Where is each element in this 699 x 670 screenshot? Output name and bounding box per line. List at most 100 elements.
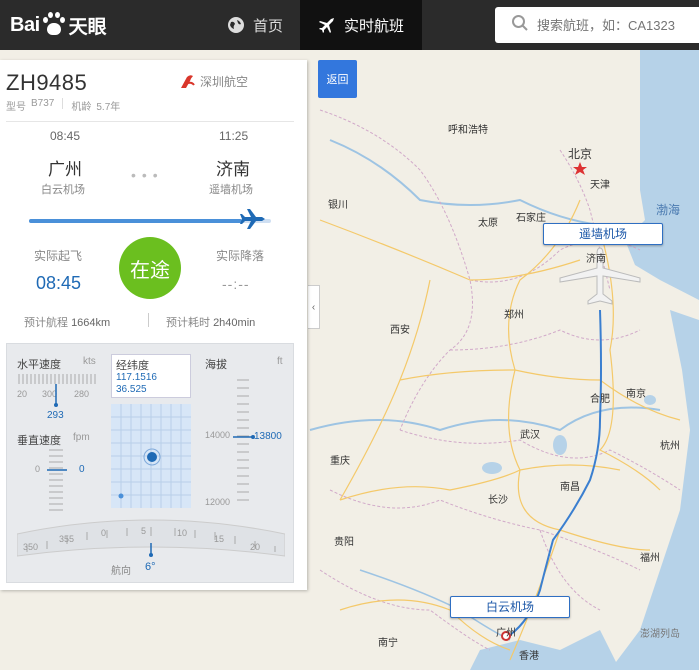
estimated-duration: 预计耗时 2h40min bbox=[166, 314, 255, 330]
status-badge: 在途 bbox=[119, 237, 181, 299]
position-radar bbox=[111, 404, 191, 508]
divider bbox=[148, 313, 149, 327]
back-button[interactable]: 返回 bbox=[318, 60, 357, 98]
flight-info-panel: ZH9485 深圳航空 型号 B737 机龄 5.7年 08:45 11:25 … bbox=[0, 60, 307, 590]
vspeed-label: 垂直速度 bbox=[17, 435, 61, 447]
city-label: 济南 bbox=[586, 254, 606, 265]
departure-airport: 白云机场 bbox=[41, 184, 85, 196]
city-label: 北京 bbox=[568, 147, 593, 161]
altitude-scale bbox=[237, 379, 249, 501]
vspeed-scale bbox=[47, 449, 67, 511]
heading-tick: 10 bbox=[177, 528, 188, 538]
heading-tick: 355 bbox=[59, 534, 75, 544]
airline-name: 深圳航空 bbox=[200, 75, 249, 89]
heading-value: 6° bbox=[145, 561, 156, 573]
baidu-tianyan-logo[interactable]: Bai 天眼 bbox=[10, 10, 107, 40]
city-label: 重庆 bbox=[330, 456, 350, 467]
flight-number: ZH9485 bbox=[6, 70, 88, 95]
city-label: 福州 bbox=[640, 553, 660, 564]
city-label: 合肥 bbox=[590, 394, 610, 405]
city-label: 银川 bbox=[328, 200, 348, 211]
instrument-panel: 水平速度 kts 20 300 280 293 垂直速度 fpm 0 0 经纬度… bbox=[6, 343, 294, 583]
coord-label: 经纬度 bbox=[116, 360, 149, 372]
nav-home-label: 首页 bbox=[252, 17, 283, 35]
altitude-tick: 14000 bbox=[205, 430, 231, 440]
city-label: 广州 bbox=[496, 628, 516, 639]
departure-airport-tag[interactable]: 白云机场 bbox=[450, 596, 570, 618]
actual-departure-time: 08:45 bbox=[36, 273, 82, 293]
aircraft-model: B737 bbox=[31, 98, 55, 109]
city-label: 南京 bbox=[626, 389, 646, 400]
latitude: 36.525 bbox=[116, 384, 147, 395]
city-label: 西安 bbox=[390, 325, 410, 336]
city-label: 杭州 bbox=[660, 441, 680, 452]
nav-realtime-label: 实时航班 bbox=[343, 17, 404, 35]
chevron-left-icon: ‹ bbox=[311, 301, 316, 313]
city-label: 南昌 bbox=[560, 482, 580, 493]
altitude-unit: ft bbox=[277, 356, 283, 367]
aircraft-age: 5.7年 bbox=[96, 102, 121, 113]
age-label: 机龄 bbox=[71, 102, 92, 113]
actual-arrival-time: --:-- bbox=[222, 276, 250, 292]
heading-tick: 20 bbox=[250, 542, 261, 552]
distance-value: 1664km bbox=[71, 317, 111, 329]
arrival-airport-tag-label: 遥墙机场 bbox=[578, 227, 627, 241]
search-icon bbox=[511, 14, 529, 37]
top-bar: Bai 天眼 首页 实时航班 bbox=[0, 0, 699, 50]
heading-tick: 0 bbox=[101, 528, 107, 538]
arrival-time: 11:25 bbox=[219, 129, 249, 143]
flight-progress-bar bbox=[29, 219, 271, 223]
vspeed-tick: 0 bbox=[35, 464, 41, 474]
arrival-city: 济南 bbox=[216, 160, 250, 179]
island-label: 澎湖列岛 bbox=[640, 629, 680, 640]
divider bbox=[6, 121, 294, 122]
paw-icon bbox=[41, 12, 67, 38]
heading-tick: 5 bbox=[141, 526, 147, 536]
heading-tick: 15 bbox=[214, 534, 225, 544]
logo-text: Bai bbox=[10, 13, 40, 36]
altitude-tick: 12000 bbox=[205, 497, 231, 507]
city-label: 长沙 bbox=[488, 495, 508, 506]
globe-icon bbox=[227, 16, 245, 34]
flight-search-box[interactable] bbox=[495, 7, 699, 43]
flight-search-input[interactable] bbox=[537, 17, 697, 33]
longitude: 117.1516 bbox=[116, 372, 157, 383]
altitude-value: 13800 bbox=[254, 431, 282, 442]
airline[interactable]: 深圳航空 bbox=[178, 73, 248, 90]
route-dots: ••• bbox=[131, 167, 164, 183]
city-label: 石家庄 bbox=[516, 213, 546, 224]
logo-text-cn: 天眼 bbox=[68, 16, 107, 38]
hspeed-value: 293 bbox=[47, 410, 64, 421]
heading-label: 航向 bbox=[111, 566, 131, 577]
nav-home[interactable]: 首页 bbox=[210, 0, 300, 50]
coordinates-box: 经纬度 117.1516 36.525 bbox=[111, 354, 191, 398]
hspeed-label: 水平速度 bbox=[17, 359, 61, 371]
actual-arrival-label: 实际降落 bbox=[216, 249, 265, 263]
duration-value: 2h40min bbox=[213, 317, 256, 329]
hspeed-needle bbox=[54, 384, 58, 407]
hspeed-tick: 20 bbox=[17, 389, 28, 399]
arrival-airport-tag[interactable]: 遥墙机场 bbox=[543, 223, 663, 245]
city-label: 武汉 bbox=[520, 430, 540, 441]
airplane-icon bbox=[318, 16, 336, 34]
city-label: 呼和浩特 bbox=[448, 125, 488, 136]
departure-airport-tag-label: 白云机场 bbox=[485, 600, 534, 614]
vspeed-unit: fpm bbox=[73, 432, 90, 443]
nav-realtime-flights[interactable]: 实时航班 bbox=[300, 0, 422, 50]
sea-label: 渤海 bbox=[656, 203, 681, 217]
airplane-progress-icon bbox=[240, 208, 266, 235]
city-label: 南宁 bbox=[378, 638, 398, 649]
city-label: 贵阳 bbox=[334, 537, 354, 548]
city-label: 香港 bbox=[519, 651, 539, 662]
vspeed-value: 0 bbox=[79, 464, 85, 475]
model-label: 型号 bbox=[6, 102, 26, 113]
altitude-label: 海拔 bbox=[205, 359, 227, 371]
heading-tick: 350 bbox=[23, 542, 39, 552]
shenzhen-airlines-logo-icon bbox=[178, 74, 196, 90]
panel-collapse-button[interactable]: ‹ bbox=[308, 285, 320, 329]
city-label: 太原 bbox=[478, 218, 498, 229]
departure-time: 08:45 bbox=[50, 129, 81, 143]
flight-route-line bbox=[509, 309, 602, 636]
hspeed-unit: kts bbox=[83, 356, 96, 367]
distance-label: 预计航程 bbox=[24, 317, 68, 329]
